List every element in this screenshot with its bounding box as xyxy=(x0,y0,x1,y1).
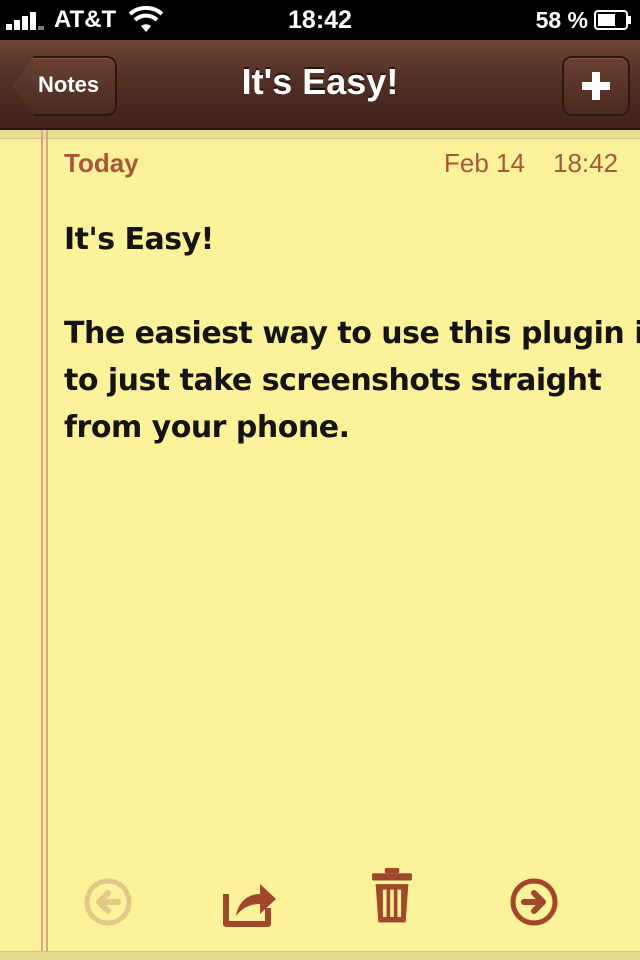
next-note-icon[interactable] xyxy=(504,872,564,932)
note-line: to just take screenshots straight xyxy=(64,363,602,398)
note-time: 18:42 xyxy=(553,148,619,178)
note-date: Feb 14 xyxy=(444,148,525,178)
margin-line xyxy=(46,130,48,960)
battery-percent: 58 % xyxy=(535,7,588,33)
paper-bottom-edge xyxy=(0,951,640,960)
add-note-button[interactable] xyxy=(562,56,630,116)
note-date-label: Today xyxy=(64,148,139,178)
note-paper[interactable]: Today Feb 14 18:42 It's Easy! The easies… xyxy=(0,130,640,960)
paper-top-edge xyxy=(0,130,640,139)
note-title: It's Easy! xyxy=(241,61,399,102)
note-line: It's Easy! xyxy=(64,222,214,257)
notes-screen: AT&T 18:42 58 % Notes It's Easy! Today F… xyxy=(0,0,640,960)
status-bar: AT&T 18:42 58 % xyxy=(0,0,640,40)
margin-line xyxy=(41,130,43,960)
note-line: The easiest way to use this plugin is xyxy=(64,316,640,351)
trash-icon[interactable] xyxy=(362,866,422,926)
share-icon[interactable] xyxy=(220,872,280,932)
navigation-bar: Notes It's Easy! xyxy=(0,40,640,130)
battery-icon xyxy=(594,10,631,30)
previous-note-icon[interactable] xyxy=(78,872,138,932)
note-line: from your phone. xyxy=(64,410,350,445)
plus-icon xyxy=(582,72,610,100)
note-line xyxy=(64,263,620,310)
note-text-area[interactable]: It's Easy! The easiest way to use this p… xyxy=(64,216,640,451)
back-to-notes-button[interactable]: Notes xyxy=(12,56,118,116)
